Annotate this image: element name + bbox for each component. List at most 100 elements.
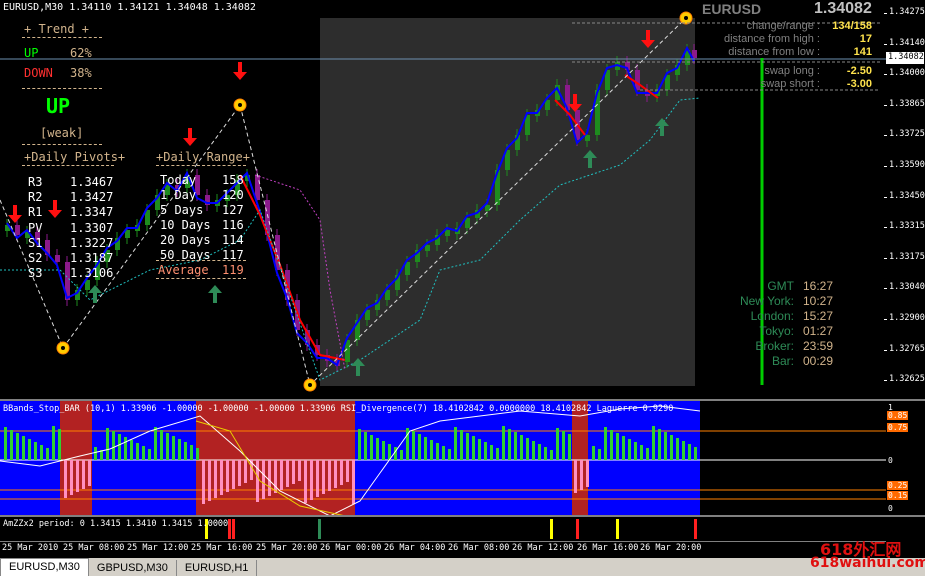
histogram-bar <box>220 460 223 495</box>
trend-up-label: UP <box>24 46 39 60</box>
clock-value: 10:27 <box>803 294 834 308</box>
trend-down-pct: 38% <box>70 66 92 80</box>
histogram-bar <box>316 460 319 497</box>
symbol-timeframe: EURUSD,M30 <box>3 2 64 13</box>
zigzag-point-center <box>308 383 312 387</box>
zigzag-bar <box>232 519 235 539</box>
histogram-bar <box>298 460 301 481</box>
time-tick: 26 Mar 04:00 <box>384 543 446 553</box>
histogram-bar <box>526 438 529 460</box>
zigzag-point-center <box>61 346 65 350</box>
chart-tab[interactable]: EURUSD,M30 <box>0 558 89 576</box>
sell-arrow-icon <box>233 62 247 80</box>
histogram-bar <box>184 442 187 460</box>
histogram-bar <box>460 430 463 460</box>
price-tick: 1.33175 <box>884 251 925 262</box>
pivot-label: R2 <box>28 190 43 205</box>
time-tick: 26 Mar 12:00 <box>512 543 574 553</box>
symbol-info-value: 141 <box>853 46 872 58</box>
symbol-info-label: change/range : <box>746 20 820 32</box>
histogram-bar <box>190 445 193 460</box>
price-tick: 1.33590 <box>884 160 925 170</box>
indicator-scale-label: 0.85 <box>887 411 909 420</box>
watermark-logo: 618外汇网 618waihui.com <box>806 536 925 576</box>
histogram-bar <box>472 436 475 460</box>
zigzag-point-center <box>238 103 242 107</box>
pivot-value: 1.3347 <box>70 205 114 220</box>
histogram-bar <box>334 460 337 488</box>
pivot-label: S3 <box>28 266 43 281</box>
price-scale[interactable] <box>886 0 925 556</box>
range-value: 158 <box>222 173 244 187</box>
zigzag-bar <box>616 519 619 539</box>
histogram-bar <box>166 433 169 460</box>
histogram-bar <box>514 432 517 460</box>
range-value: 116 <box>222 218 244 232</box>
price-tick: 1.32625 <box>884 374 925 385</box>
daily-range-header: +Daily Range+ <box>156 150 250 164</box>
pivot-value: 1.3467 <box>70 175 114 189</box>
histogram-bar <box>376 438 379 460</box>
chart-title: EURUSD,M30 1.34110 1.34121 1.34048 1.340… <box>3 2 256 13</box>
clock-label: New York: <box>739 294 794 308</box>
histogram-bar <box>688 444 691 460</box>
daily-range-average-underline <box>156 278 246 279</box>
histogram-bar <box>256 460 259 502</box>
histogram-bar <box>538 444 541 460</box>
histogram-bar <box>4 427 7 460</box>
histogram-bar <box>436 443 439 460</box>
pivot-label: S2 <box>28 251 43 265</box>
buy-arrow-icon <box>208 285 222 303</box>
histogram-bar <box>502 426 505 460</box>
pivots-underline <box>22 165 114 166</box>
histogram-bar <box>616 433 619 460</box>
histogram-bar <box>148 449 151 460</box>
chart-tab[interactable]: EURUSD,H1 <box>177 560 258 576</box>
histogram-bar <box>520 435 523 460</box>
clock-value: 15:27 <box>803 309 834 323</box>
histogram-bar <box>676 438 679 460</box>
pivots-header: +Daily Pivots+ <box>24 150 126 164</box>
histogram-bar <box>682 441 685 460</box>
clock-label: Broker: <box>755 339 794 353</box>
symbol-info-label: swap short : <box>760 78 820 90</box>
pivot-label: R3 <box>28 175 43 189</box>
histogram-bar <box>550 450 553 460</box>
histogram-bar <box>10 430 13 460</box>
histogram-bar <box>286 460 289 487</box>
histogram-bar <box>604 427 607 460</box>
histogram-bar <box>634 442 637 460</box>
price-tick: 1.33040 <box>884 282 925 293</box>
histogram-bar <box>52 426 55 460</box>
indicator-scale-label: 0 <box>888 504 893 513</box>
histogram-bar <box>664 432 667 460</box>
histogram-bar <box>244 460 247 483</box>
trend-down-label: DOWN <box>24 66 53 80</box>
histogram-bar <box>418 434 421 460</box>
range-value: 120 <box>222 188 244 202</box>
indicator-scale-label: 0.15 <box>887 491 909 500</box>
time-tick: 25 Mar 08:00 <box>63 543 125 553</box>
indicator-window-1[interactable] <box>0 401 886 517</box>
histogram-bar <box>346 460 349 482</box>
symbol-info-value: 17 <box>859 33 872 45</box>
zigzag-point-center <box>684 16 688 20</box>
price-tick: 1.33865 <box>884 98 925 109</box>
range-value: 127 <box>222 203 244 217</box>
zigzag-bar <box>228 519 231 539</box>
histogram-bar <box>652 426 655 460</box>
chart-tab[interactable]: GBPUSD,M30 <box>89 560 177 576</box>
zigzag-bar <box>576 519 579 539</box>
histogram-bar <box>214 460 217 498</box>
trend-header: + Trend + <box>24 22 90 36</box>
histogram-bar <box>454 427 457 460</box>
histogram-bar <box>490 445 493 460</box>
symbol-info-label: distance from low : <box>728 46 820 58</box>
pivot-label: S1 <box>28 235 43 250</box>
watermark-line2: 618waihui.com <box>810 555 925 571</box>
histogram-bar <box>160 430 163 460</box>
histogram-bar <box>670 435 673 460</box>
oscillator-zone <box>196 401 355 517</box>
time-tick: 25 Mar 12:00 <box>127 543 189 553</box>
symbol-price: 1.34082 <box>814 0 872 17</box>
